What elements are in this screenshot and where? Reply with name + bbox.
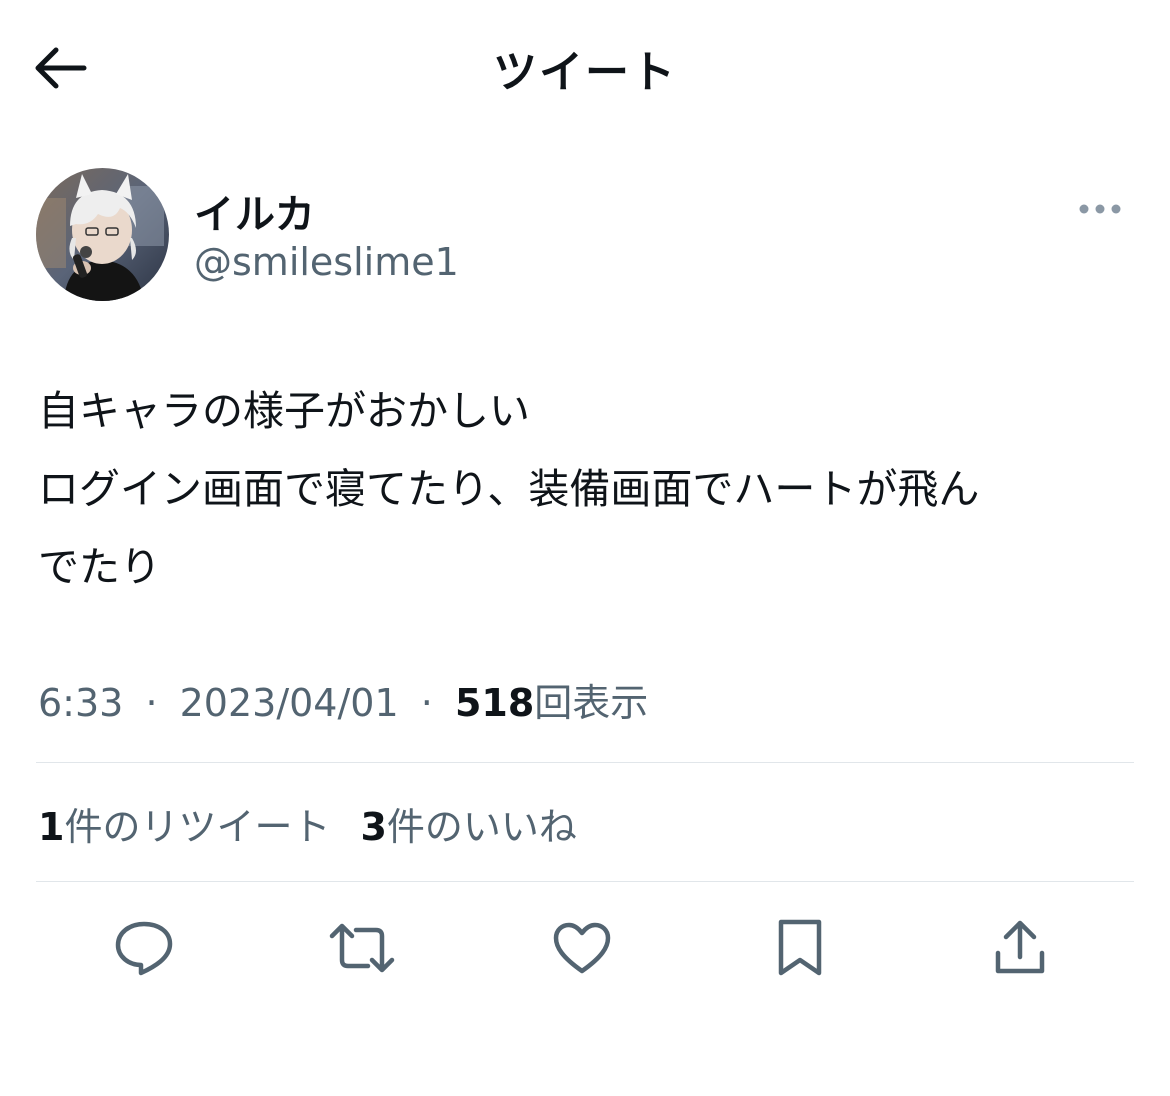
retweet-button[interactable] [322, 908, 402, 988]
tweet-author: イルカ @smileslime1 [36, 168, 1136, 304]
more-horizontal-icon [1079, 204, 1121, 214]
reply-icon [115, 921, 173, 976]
avatar[interactable] [36, 168, 169, 301]
share-button[interactable] [980, 908, 1060, 988]
like-count: 3 [360, 805, 387, 849]
retweet-label: 件のリツイート [64, 805, 331, 849]
view-label: 回表示 [534, 681, 649, 725]
meta-separator: · [420, 681, 433, 725]
tweet-text: 自キャラの様子がおかしい ログイン画面で寝てたり、装備画面でハートが飛ん でたり [38, 372, 1148, 606]
share-icon [995, 920, 1045, 974]
tweet-date[interactable]: 2023/04/01 [180, 681, 399, 725]
page-title: ツイート [493, 47, 677, 98]
likes-stat[interactable]: 3件のいいね [360, 796, 576, 851]
tweet-text-line: 自キャラの様子がおかしい [38, 387, 530, 435]
retweet-icon [329, 923, 395, 973]
bookmark-button[interactable] [760, 908, 840, 988]
divider [36, 762, 1134, 763]
tweet-time[interactable]: 6:33 [38, 681, 123, 725]
retweets-stat[interactable]: 1件のリツイート [38, 796, 330, 851]
like-label: 件のいいね [386, 805, 577, 849]
bookmark-icon [778, 919, 822, 976]
divider [36, 881, 1134, 882]
display-name[interactable]: イルカ [194, 182, 316, 240]
reply-button[interactable] [104, 908, 184, 988]
like-icon [553, 922, 611, 974]
meta-separator: · [145, 681, 158, 725]
user-handle[interactable]: @smileslime1 [194, 240, 459, 284]
retweet-count: 1 [38, 805, 65, 849]
top-bar: ツイート [0, 0, 1170, 130]
view-count: 518 [454, 681, 535, 725]
tweet-meta: 6:33 · 2023/04/01 · 518回表示 [38, 672, 648, 727]
engagement-stats: 1件のリツイート 3件のいいね [38, 796, 577, 851]
tweet-text-line: ログイン画面で寝てたり、装備画面でハートが飛ん [38, 465, 980, 513]
more-options-button[interactable] [1070, 194, 1130, 224]
like-button[interactable] [542, 908, 622, 988]
tweet-text-line: でたり [38, 543, 161, 591]
action-bar [0, 900, 1170, 1000]
